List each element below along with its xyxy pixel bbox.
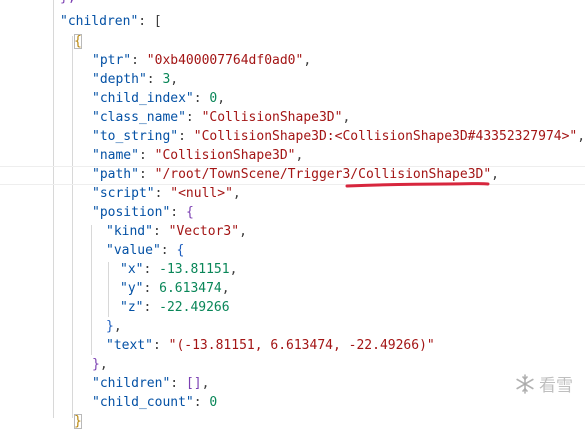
indent-guide	[53, 0, 54, 418]
code-line: "class_name": "CollisionShape3D",	[92, 110, 351, 125]
json-key: "children"	[60, 14, 139, 29]
bracket-match-close: }	[74, 414, 82, 429]
code-line: "z": -22.49266	[120, 300, 230, 315]
code-line: },	[60, 0, 76, 7]
code-line: }	[74, 412, 82, 431]
code-line: "script": "<null>",	[92, 186, 241, 201]
snowflake-icon	[516, 373, 534, 394]
path-value: "/root/TownScene/Trigger3/CollisionShape…	[154, 167, 492, 182]
code-line: "ptr": "0xb400007764df0ad0",	[92, 53, 312, 68]
code-line: "depth": 3,	[92, 72, 179, 87]
json-editor[interactable]: }, "children": [ { "ptr": "0xb400007764d…	[0, 0, 585, 429]
code-line: "text": "(-13.81151, 6.613474, -22.49266…	[106, 338, 435, 353]
watermark-text: 看雪	[539, 376, 573, 396]
indent-guide	[108, 262, 109, 317]
code-line: "x": -13.81151,	[120, 262, 238, 277]
code-line: "y": 6.613474,	[120, 281, 230, 296]
code-line: "kind": "Vector3",	[106, 224, 247, 239]
code-line: "children": [	[60, 14, 162, 29]
indent-guide	[91, 225, 92, 355]
watermark: 看雪	[515, 371, 573, 396]
code-line: "children": [],	[92, 376, 210, 391]
bracket-match-open: {	[74, 34, 82, 49]
code-line: "to_string": "CollisionShape3D:<Collisio…	[92, 129, 585, 144]
code-line: "child_count": 0	[92, 395, 218, 410]
code-line: "value": {	[106, 243, 185, 258]
code-line: {	[74, 32, 82, 51]
code-line: "name": "CollisionShape3D",	[92, 148, 304, 163]
red-underline-annotation	[345, 182, 490, 188]
code-line: "child_index": 0,	[92, 91, 226, 106]
code-line: "position": {	[92, 205, 194, 220]
code-line: },	[92, 357, 108, 372]
code-line: },	[106, 319, 122, 334]
indent-guide	[72, 36, 73, 418]
